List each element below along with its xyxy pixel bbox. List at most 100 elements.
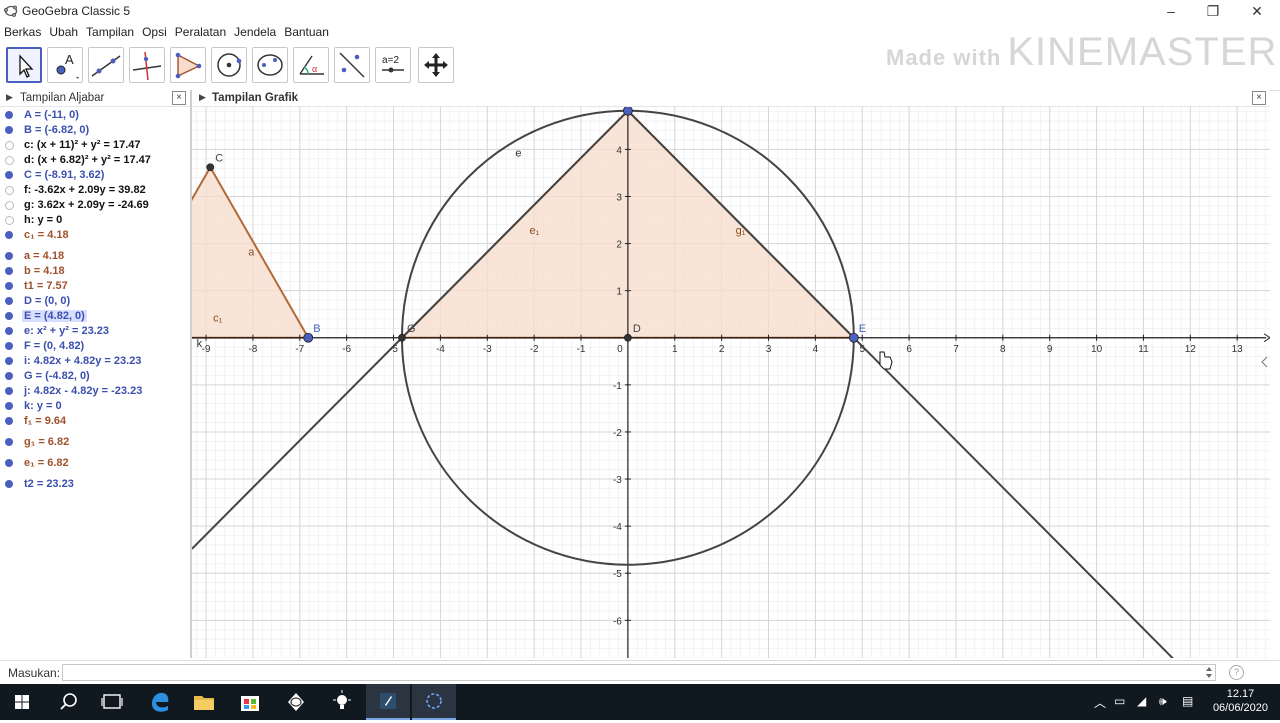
collapse-triangle-icon[interactable]: ▶: [6, 92, 13, 103]
visibility-toggle-icon[interactable]: [5, 459, 13, 467]
lightbulb-app-button[interactable]: [320, 684, 364, 720]
close-graphics-view-icon[interactable]: ×: [1252, 91, 1266, 105]
algebra-item[interactable]: a = 4.18: [0, 249, 190, 264]
point-b[interactable]: [303, 332, 314, 343]
visibility-toggle-icon[interactable]: [5, 327, 13, 335]
visibility-toggle-icon[interactable]: [5, 480, 13, 488]
algebra-item[interactable]: e: x² + y² = 23.23: [0, 324, 190, 339]
close-window-button[interactable]: ✕: [1236, 0, 1278, 22]
restore-button[interactable]: ❐: [1192, 0, 1234, 22]
show-hidden-icons-chevron-icon[interactable]: ︿: [1094, 694, 1106, 711]
minimize-button[interactable]: –: [1150, 0, 1192, 22]
conic-tool-button[interactable]: [252, 47, 288, 83]
visibility-toggle-icon[interactable]: [5, 267, 13, 275]
visibility-toggle-icon[interactable]: [5, 372, 13, 380]
algebra-item[interactable]: D = (0, 0): [0, 294, 190, 309]
visibility-toggle-icon[interactable]: [5, 357, 13, 365]
visibility-toggle-icon[interactable]: [5, 141, 14, 150]
algebra-item[interactable]: G = (-4.82, 0): [0, 369, 190, 384]
input-help-icon[interactable]: ?: [1229, 665, 1244, 680]
edge-browser-button[interactable]: [138, 684, 182, 720]
point-tool-button[interactable]: A: [47, 47, 83, 83]
task-view-button[interactable]: [90, 684, 134, 720]
algebra-item[interactable]: t1 = 7.57: [0, 279, 190, 294]
input-field[interactable]: [62, 664, 1216, 681]
file-explorer-button[interactable]: [182, 684, 226, 720]
angle-tool-button[interactable]: α: [293, 47, 329, 83]
menu-tampilan[interactable]: Tampilan: [82, 22, 138, 39]
algebra-item[interactable]: g: 3.62x + 2.09y = -24.69: [0, 198, 190, 213]
input-history-arrows-icon[interactable]: [1205, 667, 1213, 678]
point-e[interactable]: [848, 332, 859, 343]
visibility-toggle-icon[interactable]: [5, 126, 13, 134]
recorder-taskbar-button[interactable]: [412, 684, 456, 720]
notification-icon[interactable]: ▤: [1182, 694, 1193, 708]
algebra-item[interactable]: B = (-6.82, 0): [0, 123, 190, 138]
graphics-canvas[interactable]: -9 -8 -7 -6 -5 -4 -3 -2 -1 0 1 2 3 4 5 6 7 8 9 10 11 12 13-6-5…: [192, 107, 1270, 658]
kinemaster-taskbar-button[interactable]: [366, 684, 410, 720]
x-tick-label: -4: [436, 344, 445, 355]
algebra-item[interactable]: k: y = 0: [0, 399, 190, 414]
visibility-toggle-icon[interactable]: [5, 156, 14, 165]
algebra-item[interactable]: h: y = 0: [0, 213, 190, 228]
algebra-item[interactable]: C = (-8.91, 3.62): [0, 168, 190, 183]
visibility-toggle-icon[interactable]: [5, 186, 14, 195]
menu-peralatan[interactable]: Peralatan: [171, 22, 230, 39]
algebra-item[interactable]: f: -3.62x + 2.09y = 39.82: [0, 183, 190, 198]
visibility-toggle-icon[interactable]: [5, 387, 13, 395]
algebra-item[interactable]: j: 4.82x - 4.82y = -23.23: [0, 384, 190, 399]
menu-ubah[interactable]: Ubah: [45, 22, 82, 39]
visibility-toggle-icon[interactable]: [5, 216, 14, 225]
algebra-item[interactable]: e₁ = 6.82: [0, 456, 190, 471]
taskbar-clock[interactable]: 12.17 06/06/2020: [1213, 687, 1268, 715]
search-button[interactable]: [46, 684, 90, 720]
point-g[interactable]: [398, 333, 406, 342]
visibility-toggle-icon[interactable]: [5, 402, 13, 410]
visibility-toggle-icon[interactable]: [5, 282, 13, 290]
algebra-item[interactable]: t2 = 23.23: [0, 477, 190, 492]
perpendicular-tool-button[interactable]: [129, 47, 165, 83]
geogebra-taskbar-button[interactable]: [274, 684, 318, 720]
visibility-toggle-icon[interactable]: [5, 252, 13, 260]
menu-bantuan[interactable]: Bantuan: [280, 22, 333, 39]
algebra-item[interactable]: c: (x + 11)² + y² = 17.47: [0, 138, 190, 153]
visibility-toggle-icon[interactable]: [5, 438, 13, 446]
visibility-toggle-icon[interactable]: [5, 231, 13, 239]
algebra-item[interactable]: c₁ = 4.18: [0, 228, 190, 243]
volume-icon[interactable]: 🕪: [1159, 694, 1167, 709]
visibility-toggle-icon[interactable]: [5, 342, 13, 350]
start-button[interactable]: [0, 684, 44, 720]
network-icon[interactable]: ◢: [1137, 694, 1146, 708]
algebra-item[interactable]: d: (x + 6.82)² + y² = 17.47: [0, 153, 190, 168]
visibility-toggle-icon[interactable]: [5, 297, 13, 305]
algebra-item[interactable]: i: 4.82x + 4.82y = 23.23: [0, 354, 190, 369]
algebra-item[interactable]: b = 4.18: [0, 264, 190, 279]
move-tool-button[interactable]: [6, 47, 42, 83]
reflect-tool-button[interactable]: [334, 47, 370, 83]
point-d[interactable]: [623, 333, 632, 342]
algebra-item[interactable]: E = (4.82, 0): [0, 309, 190, 324]
visibility-toggle-icon[interactable]: [5, 312, 13, 320]
visibility-toggle-icon[interactable]: [5, 201, 14, 210]
visibility-toggle-icon[interactable]: [5, 171, 13, 179]
point-c[interactable]: [206, 163, 215, 172]
menu-jendela[interactable]: Jendela: [230, 22, 280, 39]
visibility-toggle-icon[interactable]: [5, 417, 13, 425]
store-button[interactable]: [228, 684, 272, 720]
algebra-item[interactable]: f₁ = 9.64: [0, 414, 190, 429]
slider-tool-button[interactable]: a=2: [375, 47, 411, 83]
algebra-item[interactable]: A = (-11, 0): [0, 108, 190, 123]
menu-berkas[interactable]: Berkas: [0, 22, 45, 39]
circle-tool-button[interactable]: [211, 47, 247, 83]
algebra-item[interactable]: F = (0, 4.82): [0, 339, 190, 354]
move-graphics-tool-button[interactable]: [418, 47, 454, 83]
close-algebra-view-icon[interactable]: ×: [172, 91, 186, 105]
menu-opsi[interactable]: Opsi: [138, 22, 171, 39]
algebra-item[interactable]: g₁ = 6.82: [0, 435, 190, 450]
visibility-toggle-icon[interactable]: [5, 111, 13, 119]
line-tool-button[interactable]: [88, 47, 124, 83]
battery-icon[interactable]: ▭: [1114, 694, 1125, 708]
collapse-triangle-icon[interactable]: ▶: [199, 92, 206, 103]
polygon-tool-button[interactable]: [170, 47, 206, 83]
point-f[interactable]: [622, 107, 633, 116]
